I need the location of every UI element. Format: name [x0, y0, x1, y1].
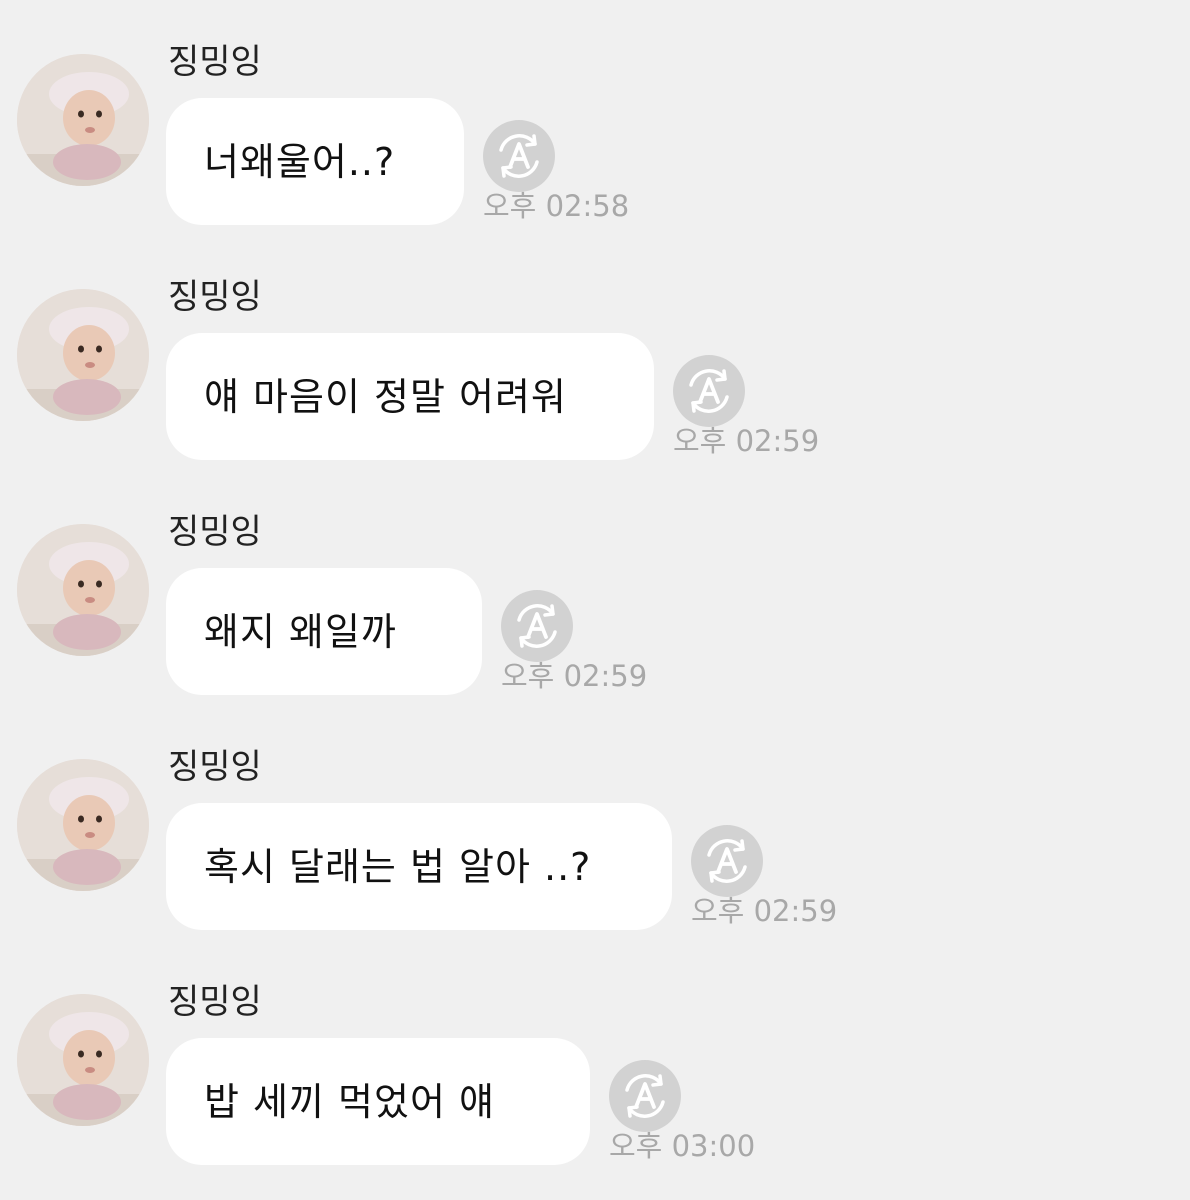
message-timestamp: 오후 02:59: [673, 424, 820, 458]
translate-button[interactable]: [483, 120, 555, 192]
message-bubble[interactable]: 밥 세끼 먹었어 얘: [166, 1038, 590, 1165]
sender-name: 징밍잉: [168, 747, 262, 787]
message-text: 혹시 달래는 법 알아 ..?: [204, 844, 592, 889]
baby-photo-avatar-icon: [17, 54, 149, 186]
message-timestamp: 오후 02:58: [483, 189, 630, 223]
sender-avatar[interactable]: [17, 994, 149, 1126]
translate-a-icon: [707, 839, 747, 883]
message-text: 너왜울어..?: [204, 139, 396, 184]
sender-avatar[interactable]: [17, 54, 149, 186]
message-bubble[interactable]: 왜지 왜일까: [166, 568, 482, 695]
baby-photo-avatar-icon: [17, 994, 149, 1126]
sender-avatar[interactable]: [17, 524, 149, 656]
sender-name: 징밍잉: [168, 982, 262, 1022]
translate-a-icon: [499, 134, 539, 178]
translate-button[interactable]: [673, 355, 745, 427]
baby-photo-avatar-icon: [17, 289, 149, 421]
message-timestamp: 오후 03:00: [609, 1129, 756, 1163]
message-bubble[interactable]: 얘 마음이 정말 어려워: [166, 333, 654, 460]
message-row: 징밍잉 왜지 왜일까 오후 02:59: [0, 510, 1190, 710]
sender-avatar[interactable]: [17, 759, 149, 891]
sender-avatar[interactable]: [17, 289, 149, 421]
message-text: 왜지 왜일까: [204, 609, 397, 654]
translate-a-icon: [689, 369, 729, 413]
translate-button[interactable]: [609, 1060, 681, 1132]
translate-button[interactable]: [501, 590, 573, 662]
sender-name: 징밍잉: [168, 512, 262, 552]
baby-photo-avatar-icon: [17, 524, 149, 656]
message-row: 징밍잉 얘 마음이 정말 어려워 오후 02:59: [0, 275, 1190, 475]
sender-name: 징밍잉: [168, 42, 262, 82]
message-row: 징밍잉 너왜울어..? 오후 02:58: [0, 40, 1190, 240]
sender-name: 징밍잉: [168, 277, 262, 317]
message-row: 징밍잉 혹시 달래는 법 알아 ..? 오후 02:59: [0, 745, 1190, 945]
chat-message-list: 징밍잉 너왜울어..? 오후 02:58 징밍잉 얘 마음이 정말 어려워 오후…: [0, 0, 1190, 1200]
translate-a-icon: [625, 1074, 665, 1118]
message-timestamp: 오후 02:59: [691, 894, 838, 928]
message-bubble[interactable]: 혹시 달래는 법 알아 ..?: [166, 803, 672, 930]
message-bubble[interactable]: 너왜울어..?: [166, 98, 464, 225]
baby-photo-avatar-icon: [17, 759, 149, 891]
message-text: 밥 세끼 먹었어 얘: [204, 1079, 495, 1124]
translate-button[interactable]: [691, 825, 763, 897]
message-timestamp: 오후 02:59: [501, 659, 648, 693]
message-text: 얘 마음이 정말 어려워: [204, 374, 567, 419]
translate-a-icon: [517, 604, 557, 648]
message-row: 징밍잉 밥 세끼 먹었어 얘 오후 03:00: [0, 980, 1190, 1180]
